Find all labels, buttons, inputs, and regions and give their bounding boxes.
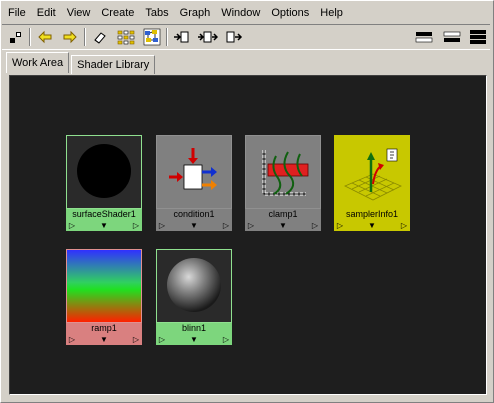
view-mode-single-icon[interactable] xyxy=(414,27,434,47)
menu-graph[interactable]: Graph xyxy=(174,4,216,22)
menu-window[interactable]: Window xyxy=(215,4,265,22)
tab-work-area[interactable]: Work Area xyxy=(6,52,70,73)
input-port[interactable]: ▷ xyxy=(156,334,168,345)
input-output-connections-icon[interactable] xyxy=(198,27,218,47)
node-layout-icon[interactable] xyxy=(6,27,26,47)
arrow-left-icon[interactable] xyxy=(35,27,55,47)
eraser-icon[interactable] xyxy=(90,27,110,47)
tab-shader-library[interactable]: Shader Library xyxy=(71,55,156,74)
node-swatch xyxy=(156,135,232,209)
node-label: blinn1 xyxy=(156,323,232,334)
input-port[interactable]: ▷ xyxy=(156,220,168,231)
condition-icon xyxy=(169,148,217,190)
toolbar xyxy=(2,24,490,50)
clamp-icon xyxy=(262,150,309,196)
sampler-info-icon xyxy=(344,148,402,201)
tab-bar: Work Area Shader Library xyxy=(6,52,157,74)
input-connections-icon[interactable] xyxy=(172,27,192,47)
toolbar-separator xyxy=(166,28,168,46)
work-area-canvas[interactable]: surfaceShader1 ▷ ▼ ▷ condition1 ▷ ▼ ▷ cl… xyxy=(9,75,487,395)
view-mode-double-icon[interactable] xyxy=(442,27,462,47)
shaded-sphere-icon xyxy=(167,258,221,312)
input-port[interactable]: ▷ xyxy=(334,220,346,231)
node-ports: ▷ ▼ ▷ xyxy=(334,220,410,231)
node-ports: ▷ ▼ ▷ xyxy=(156,334,232,345)
node-label: ramp1 xyxy=(66,323,142,334)
input-port[interactable]: ▷ xyxy=(66,220,78,231)
node-swatch xyxy=(334,135,410,209)
node-ports: ▷ ▼ ▷ xyxy=(66,334,142,345)
menu-file[interactable]: File xyxy=(2,4,31,22)
node-sampler-info[interactable]: samplerInfo1 ▷ ▼ ▷ xyxy=(334,135,410,233)
output-port[interactable]: ▷ xyxy=(220,334,232,345)
expand-arrow[interactable]: ▼ xyxy=(78,220,130,231)
expand-arrow[interactable]: ▼ xyxy=(78,334,130,345)
menu-bar: File Edit View Create Tabs Graph Window … xyxy=(2,4,348,22)
output-port[interactable]: ▷ xyxy=(220,220,232,231)
toolbar-separator xyxy=(84,28,86,46)
node-label: clamp1 xyxy=(245,209,321,220)
expand-arrow[interactable]: ▼ xyxy=(168,220,220,231)
menu-options[interactable]: Options xyxy=(265,4,314,22)
node-surface-shader[interactable]: surfaceShader1 ▷ ▼ ▷ xyxy=(66,135,142,233)
node-ramp[interactable]: ramp1 ▷ ▼ ▷ xyxy=(66,249,142,347)
node-ports: ▷ ▼ ▷ xyxy=(66,220,142,231)
node-clamp[interactable]: clamp1 ▷ ▼ ▷ xyxy=(245,135,321,233)
node-swatch xyxy=(66,249,142,323)
grid-select-icon[interactable] xyxy=(116,27,136,47)
toolbar-separator xyxy=(29,28,31,46)
node-label: samplerInfo1 xyxy=(334,209,410,220)
view-mode-triple-icon[interactable] xyxy=(468,27,488,47)
menu-help[interactable]: Help xyxy=(314,4,348,22)
node-swatch xyxy=(66,135,142,209)
output-port[interactable]: ▷ xyxy=(130,220,142,231)
node-blinn[interactable]: blinn1 ▷ ▼ ▷ xyxy=(156,249,232,347)
node-label: condition1 xyxy=(156,209,232,220)
menu-create[interactable]: Create xyxy=(95,4,139,22)
node-label: surfaceShader1 xyxy=(66,209,142,220)
node-ports: ▷ ▼ ▷ xyxy=(245,220,321,231)
node-swatch xyxy=(156,249,232,323)
node-condition[interactable]: condition1 ▷ ▼ ▷ xyxy=(156,135,232,233)
menu-tabs[interactable]: Tabs xyxy=(139,4,173,22)
dark-sphere-icon xyxy=(77,144,131,198)
graph-network-icon[interactable] xyxy=(142,27,162,47)
node-ports: ▷ ▼ ▷ xyxy=(156,220,232,231)
input-port[interactable]: ▷ xyxy=(66,334,78,345)
menu-edit[interactable]: Edit xyxy=(31,4,61,22)
expand-arrow[interactable]: ▼ xyxy=(346,220,398,231)
arrow-right-icon[interactable] xyxy=(60,27,80,47)
output-port[interactable]: ▷ xyxy=(398,220,410,231)
output-port[interactable]: ▷ xyxy=(130,334,142,345)
output-port[interactable]: ▷ xyxy=(309,220,321,231)
node-swatch xyxy=(245,135,321,209)
output-connections-icon[interactable] xyxy=(224,27,244,47)
input-port[interactable]: ▷ xyxy=(245,220,257,231)
expand-arrow[interactable]: ▼ xyxy=(168,334,220,345)
menu-view[interactable]: View xyxy=(61,4,96,22)
expand-arrow[interactable]: ▼ xyxy=(257,220,309,231)
